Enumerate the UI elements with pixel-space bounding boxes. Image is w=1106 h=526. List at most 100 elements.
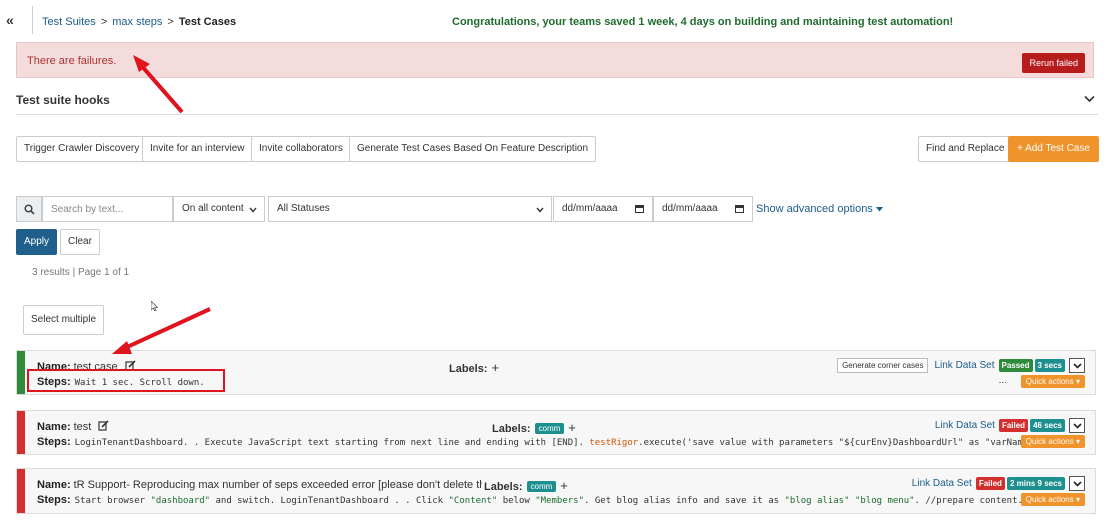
chevron-down-icon[interactable] <box>1084 92 1095 106</box>
test-case-steps: Steps: Start browser "dashboard" and swit… <box>37 494 1027 506</box>
top-bar: « Test Suites > max steps > Test Cases Congr… <box>0 0 1106 38</box>
rerun-failed-button[interactable]: Rerun failed <box>1022 53 1085 73</box>
status-badge: Failed <box>998 419 1029 432</box>
link-data-set-link[interactable]: Link Data Set <box>912 478 972 489</box>
test-case-name[interactable]: test <box>74 421 92 433</box>
status-badge: Failed <box>975 477 1005 490</box>
status-select[interactable]: All Statuses <box>268 196 552 222</box>
steps-label: Steps: <box>37 494 71 506</box>
duration-badge: 2 mins 9 secs <box>1006 477 1065 490</box>
chevron-down-icon <box>249 197 257 221</box>
caret-down-icon <box>875 206 883 212</box>
test-case-name-row: Name: tR Support- Reproducing max number … <box>37 478 539 491</box>
breadcrumb-test-suites[interactable]: Test Suites <box>42 16 96 28</box>
add-label-icon[interactable]: + <box>560 478 568 493</box>
failure-message: There are failures. <box>27 55 117 67</box>
content-scope-select[interactable]: On all content <box>173 196 265 222</box>
test-case-card[interactable]: Name: test Steps: LoginTenantDashboard. . … <box>16 410 1096 455</box>
divider <box>32 6 33 34</box>
chevron-down-icon <box>536 197 544 221</box>
breadcrumb: Test Suites > max steps > Test Cases <box>42 16 236 28</box>
add-test-case-button[interactable]: + Add Test Case <box>1008 136 1099 162</box>
advanced-options-label: Show advanced options <box>756 203 873 215</box>
search-icon[interactable] <box>16 196 42 222</box>
steps-text: and switch. LoginTenantDashboard . . Cli… <box>210 496 449 506</box>
find-and-replace-button[interactable]: Find and Replace <box>918 136 1013 162</box>
generate-corner-cases-button[interactable]: Generate corner cases <box>837 358 929 373</box>
select-multiple-button[interactable]: Select multiple <box>23 305 105 335</box>
test-case-steps: Steps: LoginTenantDashboard. . Execute Ja… <box>37 436 1027 448</box>
calendar-icon[interactable] <box>735 205 744 213</box>
status-stripe <box>17 469 25 513</box>
chevron-down-icon[interactable] <box>1069 358 1085 373</box>
label-tag[interactable]: comm <box>534 423 565 434</box>
duration-badge: 3 secs <box>1034 359 1065 372</box>
divider <box>16 114 1098 115</box>
steps-text: LoginTenantDashboard. . Execute JavaScri… <box>74 438 590 448</box>
breadcrumb-separator: > <box>167 16 174 28</box>
add-label-icon[interactable]: + <box>568 420 576 435</box>
chevron-down-icon[interactable] <box>1069 418 1085 433</box>
highlight-box-annotation <box>27 369 225 392</box>
date-from-value: dd/mm/aaaa <box>562 203 618 214</box>
congrats-message: Congratulations, your teams saved 1 week… <box>452 16 954 28</box>
calendar-icon[interactable] <box>635 205 644 213</box>
steps-text: . //prepare content. Save "... <box>914 496 1027 506</box>
steps-string: "Members" <box>535 496 585 506</box>
clear-button[interactable]: Clear <box>60 229 100 255</box>
labels-section: Labels: comm + <box>482 478 568 493</box>
steps-label: Steps: <box>37 436 71 448</box>
generate-test-cases-button[interactable]: Generate Test Cases Based On Feature Des… <box>349 136 597 162</box>
status-stripe <box>17 351 25 394</box>
status-stripe <box>17 411 25 454</box>
content-scope-value: On all content <box>182 203 244 214</box>
advanced-options-link[interactable]: Show advanced options <box>756 203 883 215</box>
status-badge: Passed <box>998 359 1033 372</box>
chevron-down-icon[interactable] <box>1069 476 1085 491</box>
steps-text: . Get blog alias info and save it as <box>584 496 785 506</box>
quick-actions-button[interactable]: Quick actions ▾ <box>1020 493 1085 506</box>
labels-label: Labels: <box>492 423 531 435</box>
trigger-crawler-discovery-button[interactable]: Trigger Crawler Discovery <box>16 136 148 162</box>
invite-collaborators-button[interactable]: Invite collaborators <box>251 136 351 162</box>
test-case-actions: Link Data Set Failed 46 secs <box>935 418 1085 433</box>
steps-text: .execute('save value with parameters "${… <box>638 438 1027 448</box>
steps-text: Start browser <box>74 496 151 506</box>
failure-alert: There are failures. Rerun failed <box>16 42 1094 78</box>
test-case-card[interactable]: Name: tR Support- Reproducing max number … <box>16 468 1096 514</box>
labels-section: Labels: + <box>449 360 499 375</box>
test-suite-hooks-title[interactable]: Test suite hooks <box>16 93 110 107</box>
status-value: All Statuses <box>277 203 330 214</box>
more-ellipsis: ... <box>998 375 1007 386</box>
results-summary: 3 results | Page 1 of 1 <box>32 267 130 278</box>
breadcrumb-current: Test Cases <box>178 16 237 28</box>
steps-string: "dashboard" <box>150 496 211 506</box>
quick-actions-button[interactable]: Quick actions ▾ <box>1020 435 1085 448</box>
search-input[interactable] <box>42 196 173 222</box>
labels-label: Labels: <box>484 481 523 493</box>
collapse-sidebar-icon[interactable]: « <box>6 12 26 32</box>
date-from-field[interactable]: dd/mm/aaaa <box>553 196 653 222</box>
apply-button[interactable]: Apply <box>16 229 58 255</box>
link-data-set-link[interactable]: Link Data Set <box>934 360 994 371</box>
breadcrumb-separator: > <box>100 16 108 28</box>
steps-string: "Content" <box>448 496 498 506</box>
edit-icon[interactable] <box>98 420 109 431</box>
label-tag[interactable]: comm <box>526 481 557 492</box>
steps-text: below <box>497 496 536 506</box>
steps-string: "blog alias" "blog menu" <box>784 496 915 506</box>
labels-section: Labels: comm + <box>492 420 576 435</box>
test-case-actions: Generate corner cases Link Data Set Pass… <box>837 358 1085 373</box>
breadcrumb-max-steps[interactable]: max steps <box>112 16 162 28</box>
invite-interview-button[interactable]: Invite for an interview <box>142 136 253 162</box>
test-case-name-row: Name: test <box>37 420 109 433</box>
date-to-value: dd/mm/aaaa <box>662 203 718 214</box>
quick-actions-button[interactable]: Quick actions ▾ <box>1020 375 1085 388</box>
add-label-icon[interactable]: + <box>492 360 500 375</box>
date-to-field[interactable]: dd/mm/aaaa <box>653 196 753 222</box>
steps-keyword: testRigor <box>589 438 639 448</box>
test-case-name[interactable]: tR Support- Reproducing max number of se… <box>74 479 521 491</box>
link-data-set-link[interactable]: Link Data Set <box>935 420 995 431</box>
name-label: Name: <box>37 421 71 433</box>
test-case-actions: Link Data Set Failed 2 mins 9 secs <box>912 476 1085 491</box>
